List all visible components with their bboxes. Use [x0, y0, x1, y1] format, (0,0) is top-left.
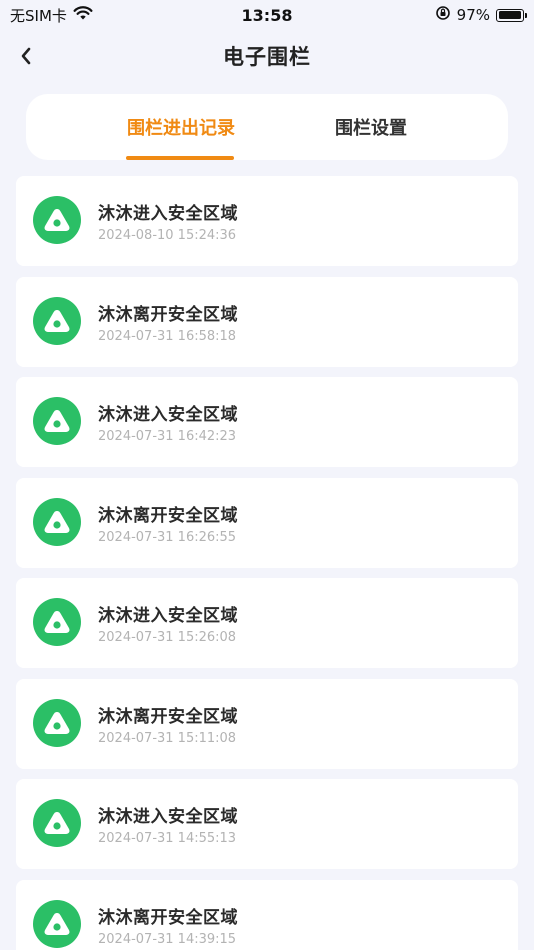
- tab-fence-settings[interactable]: 围栏设置: [316, 94, 426, 160]
- record-title: 沐沐离开安全区域: [98, 304, 238, 325]
- record-title: 沐沐进入安全区域: [98, 204, 238, 224]
- tab-fence-records[interactable]: 围栏进出记录: [106, 94, 256, 160]
- fence-location-icon: [33, 397, 81, 445]
- fence-location-icon: [33, 899, 81, 948]
- list-item[interactable]: 沐沐离开安全区域 2024-07-31 14:39:15: [16, 879, 518, 950]
- list-item[interactable]: 沐沐进入安全区域 2024-07-31 14:55:13: [16, 779, 518, 869]
- record-title: 沐沐进入安全区域: [98, 606, 238, 626]
- list-item[interactable]: 沐沐离开安全区域 2024-07-31 15:11:08: [16, 678, 518, 769]
- fence-location-icon: [33, 799, 81, 847]
- record-time: 2024-07-31 15:26:08: [98, 630, 237, 645]
- list-item[interactable]: 沐沐离开安全区域 2024-07-31 16:26:55: [16, 477, 518, 568]
- status-bar: 无SIM卡 13:58 97%: [0, 0, 534, 30]
- record-time: 2024-08-10 15:24:36: [98, 228, 237, 243]
- page-title: 电子围栏: [223, 45, 311, 69]
- carrier-label: 无SIM卡: [10, 6, 67, 25]
- list-item[interactable]: 沐沐进入安全区域 2024-07-31 15:26:08: [16, 578, 518, 668]
- record-time: 2024-07-31 16:26:55: [98, 529, 237, 545]
- list-item[interactable]: 沐沐离开安全区域 2024-07-31 16:58:18: [16, 276, 518, 367]
- record-list: 沐沐进入安全区域 2024-08-10 15:24:36 沐沐离开安全区域 20…: [16, 176, 518, 950]
- record-title: 沐沐离开安全区域: [98, 706, 238, 727]
- record-time: 2024-07-31 15:11:08: [98, 730, 237, 746]
- record-title: 沐沐离开安全区域: [98, 505, 238, 526]
- nav-bar: 电子围栏: [0, 34, 534, 78]
- fence-location-icon: [33, 497, 81, 546]
- status-time: 13:58: [241, 5, 293, 25]
- record-time: 2024-07-31 16:42:23: [98, 429, 237, 444]
- chevron-left-icon: [21, 47, 31, 65]
- list-item[interactable]: 沐沐进入安全区域 2024-07-31 16:42:23: [16, 377, 518, 467]
- orientation-lock-icon: [435, 5, 451, 25]
- wifi-icon: [73, 5, 93, 25]
- record-time: 2024-07-31 16:58:18: [98, 328, 237, 344]
- active-tab-indicator: [126, 156, 234, 160]
- record-time: 2024-07-31 14:55:13: [98, 831, 237, 846]
- fence-location-icon: [33, 698, 81, 747]
- tabs-card: 围栏进出记录 围栏设置: [26, 94, 508, 160]
- list-item[interactable]: 沐沐进入安全区域 2024-08-10 15:24:36: [16, 176, 518, 266]
- record-title: 沐沐进入安全区域: [98, 405, 238, 425]
- battery-icon: [496, 8, 527, 22]
- fence-location-icon: [33, 598, 81, 646]
- back-button[interactable]: [12, 42, 40, 70]
- battery-fill: [498, 11, 521, 19]
- status-left: 无SIM卡: [10, 5, 93, 26]
- record-title: 沐沐进入安全区域: [98, 807, 238, 827]
- record-title: 沐沐离开安全区域: [98, 907, 238, 928]
- fence-location-icon: [33, 296, 81, 345]
- battery-percent: 97%: [456, 6, 490, 24]
- status-right: 97%: [435, 5, 527, 25]
- record-time: 2024-07-31 14:39:15: [98, 931, 237, 947]
- fence-location-icon: [33, 196, 81, 244]
